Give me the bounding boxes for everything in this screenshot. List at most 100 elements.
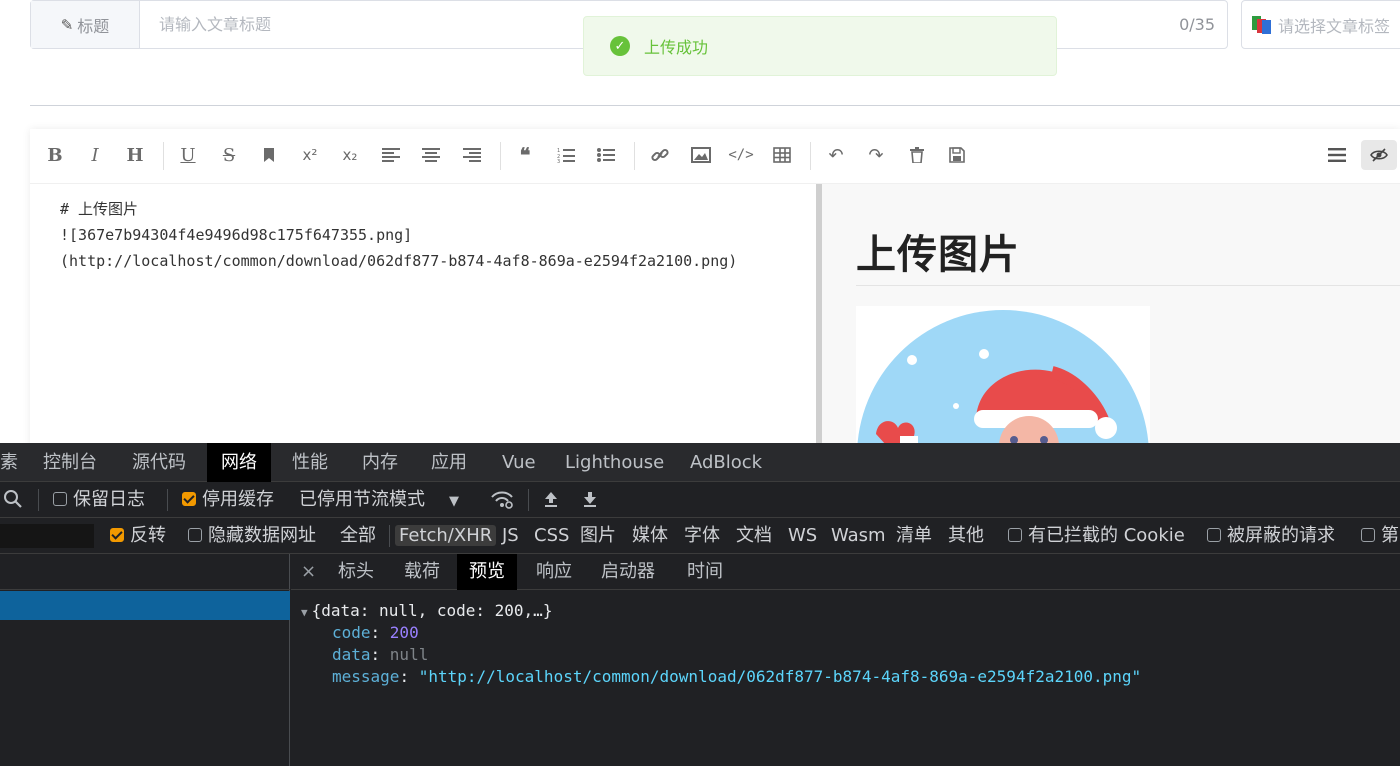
- tab-payload[interactable]: 载荷: [392, 554, 452, 590]
- throttling-select[interactable]: 已停用节流模式 ▼: [299, 482, 459, 518]
- tab-elements[interactable]: 素: [0, 443, 32, 482]
- toolbar-separator: [167, 489, 168, 511]
- filter-type-js[interactable]: JS: [502, 518, 519, 554]
- filter-type-manifest[interactable]: 清单: [896, 518, 932, 554]
- tab-lighthouse[interactable]: Lighthouse: [551, 443, 678, 482]
- section-divider: [30, 105, 1400, 106]
- tab-timing[interactable]: 时间: [675, 554, 735, 590]
- blocked-cookies-label: 有已拦截的 Cookie: [1028, 525, 1185, 546]
- editor-toolbar: B I H U S x² x₂ ❝ 123 </> ↶ ↷: [30, 129, 1400, 184]
- json-root-node[interactable]: ▼ {data: null, code: 200,…}: [301, 600, 552, 624]
- checkbox-unchecked-icon: [188, 528, 202, 542]
- tab-console[interactable]: 控制台: [29, 443, 111, 482]
- filter-type-ws[interactable]: WS: [788, 518, 817, 554]
- filter-type-font[interactable]: 字体: [684, 518, 720, 554]
- navigation-icon[interactable]: [1321, 140, 1353, 170]
- filter-type-media[interactable]: 媒体: [632, 518, 668, 554]
- align-right-icon[interactable]: [456, 140, 488, 170]
- export-har-icon[interactable]: [581, 482, 599, 518]
- trash-icon[interactable]: [901, 140, 933, 170]
- filter-type-doc[interactable]: 文档: [736, 518, 772, 554]
- ordered-list-icon[interactable]: 123: [550, 140, 582, 170]
- bold-icon[interactable]: B: [39, 140, 71, 170]
- dropdown-arrow-icon: ▼: [449, 494, 459, 509]
- third-party-checkbox[interactable]: 第: [1361, 518, 1399, 554]
- align-center-icon[interactable]: [415, 140, 447, 170]
- markdown-source-pane[interactable]: # 上传图片 ![367e7b94304f4e9496d98c175f64735…: [30, 184, 816, 449]
- markdown-line-image-url: (http://localhost/common/download/062df8…: [60, 252, 738, 270]
- italic-icon[interactable]: I: [79, 140, 111, 170]
- toolbar-separator: [528, 489, 529, 511]
- filter-type-fetch-xhr[interactable]: Fetch/XHR: [395, 518, 497, 554]
- toast-message: 上传成功: [644, 38, 709, 57]
- tab-memory[interactable]: 内存: [348, 443, 412, 482]
- tab-preview[interactable]: 预览: [457, 554, 517, 590]
- checkbox-unchecked-icon: [1361, 528, 1375, 542]
- quote-icon[interactable]: ❝: [509, 140, 541, 170]
- invert-label: 反转: [130, 525, 166, 546]
- tab-application[interactable]: 应用: [417, 443, 481, 482]
- preserve-log-checkbox[interactable]: 保留日志: [53, 482, 145, 518]
- strikethrough-icon[interactable]: S: [213, 140, 245, 170]
- filter-input[interactable]: [0, 524, 94, 548]
- throttling-label: 已停用节流模式: [299, 489, 425, 510]
- santa-image: [856, 306, 1150, 449]
- toolbar-separator: [163, 142, 164, 170]
- close-icon[interactable]: ×: [301, 554, 316, 590]
- filter-type-img[interactable]: 图片: [580, 518, 616, 554]
- hide-data-urls-checkbox[interactable]: 隐藏数据网址: [188, 518, 316, 554]
- redo-icon[interactable]: ↷: [860, 140, 892, 170]
- table-icon[interactable]: [766, 140, 798, 170]
- network-conditions-icon[interactable]: [490, 482, 514, 518]
- subscript-icon[interactable]: x₂: [334, 140, 366, 170]
- blocked-requests-checkbox[interactable]: 被屏蔽的请求: [1207, 518, 1335, 554]
- toolbar-separator: [634, 142, 635, 170]
- bookmark-icon[interactable]: [253, 140, 285, 170]
- disable-cache-checkbox[interactable]: 停用缓存: [182, 482, 274, 518]
- json-key-message: message: [332, 667, 400, 686]
- title-label: 标题: [77, 16, 110, 36]
- underline-icon[interactable]: U: [172, 140, 204, 170]
- preserve-log-label: 保留日志: [73, 489, 145, 510]
- filter-type-other[interactable]: 其他: [948, 518, 984, 554]
- tab-adblock[interactable]: AdBlock: [676, 443, 776, 482]
- filter-type-css[interactable]: CSS: [534, 518, 569, 554]
- tab-sources[interactable]: 源代码: [118, 443, 200, 482]
- undo-icon[interactable]: ↶: [820, 140, 852, 170]
- toolbar-separator: [500, 142, 501, 170]
- success-toast: ✓ 上传成功: [583, 16, 1057, 76]
- checkbox-unchecked-icon: [1207, 528, 1221, 542]
- pencil-icon: ✎: [60, 15, 74, 34]
- preview-toggle-icon[interactable]: [1361, 140, 1397, 170]
- blocked-cookies-checkbox[interactable]: 有已拦截的 Cookie: [1008, 518, 1185, 554]
- tab-response[interactable]: 响应: [524, 554, 584, 590]
- search-icon[interactable]: [3, 482, 23, 518]
- unordered-list-icon[interactable]: [590, 140, 622, 170]
- json-value-code: 200: [389, 623, 419, 642]
- preview-heading: 上传图片: [856, 232, 1020, 278]
- header-icon[interactable]: H: [119, 140, 151, 170]
- filter-type-wasm[interactable]: Wasm: [831, 518, 886, 554]
- filter-type-all[interactable]: 全部: [340, 518, 376, 554]
- json-key-data: data: [332, 645, 371, 664]
- superscript-icon[interactable]: x²: [294, 140, 326, 170]
- request-row-selected[interactable]: [0, 591, 290, 620]
- link-icon[interactable]: [644, 140, 676, 170]
- tab-headers[interactable]: 标头: [326, 554, 386, 590]
- tab-initiator[interactable]: 启动器: [589, 554, 667, 590]
- image-icon[interactable]: [685, 140, 717, 170]
- network-filter-bar: 反转 隐藏数据网址 全部 Fetch/XHR JS CSS 图片 媒体 字体 文…: [0, 518, 1400, 554]
- import-har-icon[interactable]: [542, 482, 560, 518]
- tab-network[interactable]: 网络: [207, 443, 271, 482]
- markdown-editor: B I H U S x² x₂ ❝ 123 </> ↶ ↷ # 上传图片 ![3…: [30, 129, 1400, 449]
- save-icon[interactable]: [941, 140, 973, 170]
- tags-icon: [1252, 15, 1272, 34]
- code-icon[interactable]: </>: [725, 140, 757, 170]
- invert-checkbox[interactable]: 反转: [110, 518, 166, 554]
- tag-select[interactable]: 请选择文章标签: [1241, 0, 1400, 49]
- tab-performance[interactable]: 性能: [278, 443, 342, 482]
- align-left-icon[interactable]: [375, 140, 407, 170]
- checkbox-unchecked-icon: [1008, 528, 1022, 542]
- tab-vue[interactable]: Vue: [488, 443, 550, 482]
- json-summary: {data: null, code: 200,…}: [311, 601, 553, 620]
